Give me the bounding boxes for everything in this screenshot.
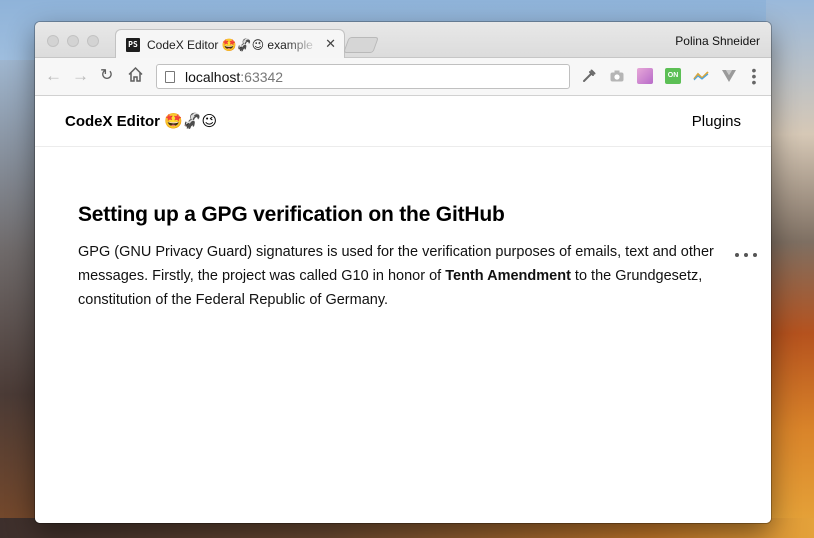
bold-text: Tenth Amendment: [445, 268, 571, 284]
tab-active[interactable]: PS CodeX Editor 🤩🦨😉 example ✕: [115, 29, 345, 59]
brand-emoji: 🤩🦨😉: [164, 113, 218, 130]
plugins-link[interactable]: Plugins: [692, 113, 741, 130]
editor-area[interactable]: Setting up a GPG verification on the Git…: [78, 203, 728, 312]
close-window-button[interactable]: [47, 35, 59, 47]
brand-name: CodeX Editor: [65, 113, 161, 130]
block-settings-icon[interactable]: [735, 249, 757, 261]
new-tab-button[interactable]: [343, 37, 379, 53]
eyedropper-icon[interactable]: [581, 68, 597, 84]
browser-menu-icon[interactable]: • • •: [749, 63, 759, 89]
profile-name[interactable]: Polina Shneider: [675, 34, 760, 48]
tab-title: CodeX Editor 🤩🦨😉 example: [147, 37, 313, 52]
web-page: CodeX Editor 🤩🦨😉 Plugins Setting up a GP…: [35, 97, 771, 523]
url-text[interactable]: localhost:63342: [185, 69, 283, 85]
desktop-wallpaper-left: [0, 60, 40, 538]
reload-icon[interactable]: ↻: [100, 67, 113, 85]
site-logo[interactable]: CodeX Editor 🤩🦨😉: [65, 112, 217, 130]
page-info-icon[interactable]: [165, 70, 175, 83]
home-icon[interactable]: [127, 66, 144, 87]
article-paragraph[interactable]: GPG (GNU Privacy Guard) signatures is us…: [78, 240, 718, 312]
back-arrow-icon[interactable]: ←: [45, 67, 62, 85]
browser-window: PS CodeX Editor 🤩🦨😉 example ✕ Polina Shn…: [35, 22, 771, 523]
forward-arrow-icon[interactable]: →: [72, 67, 89, 85]
desktop-wallpaper-right: [766, 0, 814, 538]
zoom-window-button[interactable]: [87, 35, 99, 47]
vue-devtools-icon[interactable]: [721, 68, 737, 84]
minimize-window-button[interactable]: [67, 35, 79, 47]
tab-favicon-icon: PS: [126, 37, 140, 52]
site-header: CodeX Editor 🤩🦨😉 Plugins: [35, 97, 771, 147]
camera-icon[interactable]: [609, 68, 625, 84]
wave-extension-icon[interactable]: [693, 68, 709, 84]
on-extension-icon[interactable]: ON: [665, 68, 681, 84]
pink-extension-icon[interactable]: [637, 68, 653, 84]
tab-close-icon[interactable]: ✕: [325, 36, 336, 51]
browser-toolbar: ← → ↻ localhost:63342 ON • • •: [35, 58, 771, 96]
address-bar[interactable]: localhost:63342: [156, 64, 570, 89]
tab-strip: PS CodeX Editor 🤩🦨😉 example ✕ Polina Shn…: [35, 22, 771, 59]
article-title[interactable]: Setting up a GPG verification on the Git…: [78, 203, 728, 227]
